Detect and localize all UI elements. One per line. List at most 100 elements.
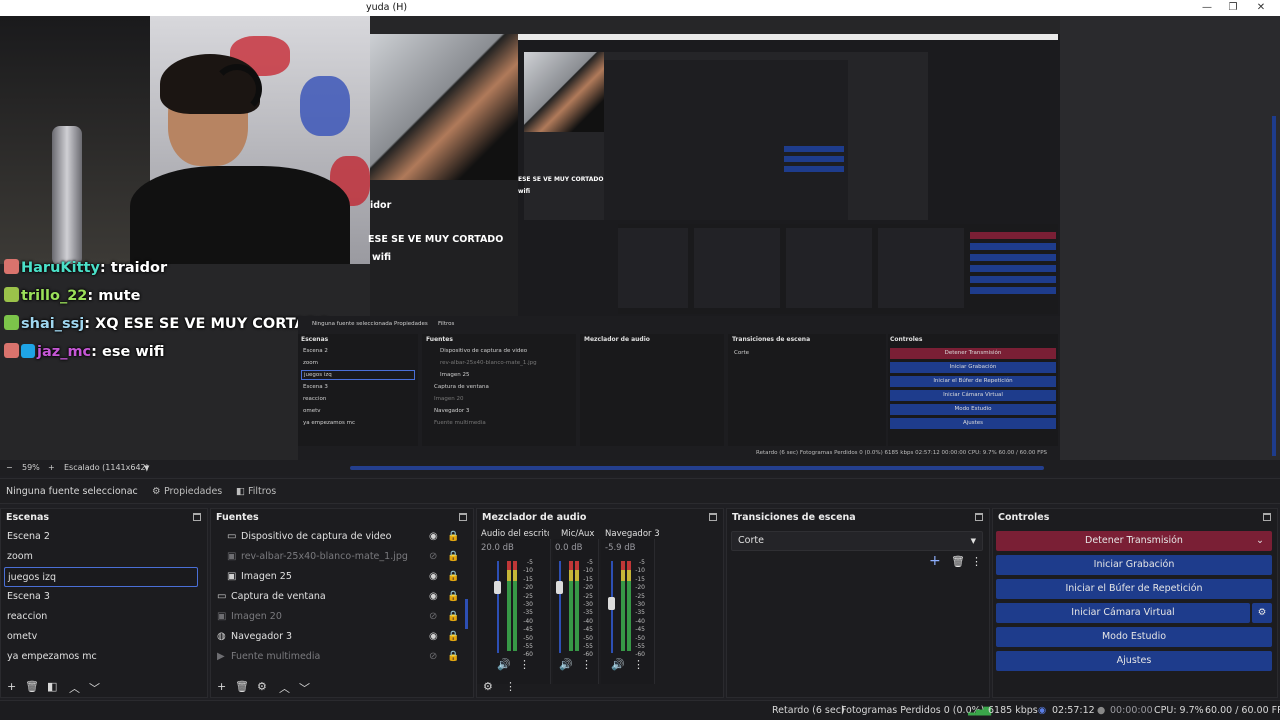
chat-colon: : (87, 288, 99, 304)
eye-icon[interactable]: ◉ (429, 571, 438, 582)
undock-icon[interactable] (1263, 513, 1271, 521)
add-icon[interactable]: + (217, 680, 226, 693)
scene-item[interactable]: zoom (7, 547, 197, 567)
horizontal-scrollbar[interactable] (350, 466, 1044, 470)
scene-item[interactable]: Escena 3 (7, 587, 197, 607)
more-options-icon[interactable]: ⋮ (633, 658, 644, 671)
chat-colon: : (99, 260, 111, 276)
lock-icon[interactable]: 🔒 (447, 611, 459, 622)
source-item[interactable]: Fuente multimedia (231, 647, 320, 667)
volume-slider[interactable] (559, 561, 561, 653)
more-options-icon[interactable]: ⋮ (581, 658, 592, 671)
more-options-icon[interactable]: ⋮ (505, 680, 516, 693)
undock-icon[interactable] (975, 513, 983, 521)
lock-icon[interactable]: 🔒 (447, 651, 459, 662)
speaker-icon[interactable]: 🔊 (559, 658, 573, 671)
volume-knob[interactable] (556, 581, 563, 594)
level-meter (507, 561, 511, 651)
speaker-icon[interactable]: 🔊 (497, 658, 511, 671)
gear-icon[interactable]: ⚙ (483, 680, 493, 693)
undock-icon[interactable] (459, 513, 467, 521)
transition-select[interactable]: Corte ▼ (731, 531, 983, 551)
db-tick: -15 (583, 575, 593, 583)
lock-icon[interactable]: 🔒 (447, 631, 459, 642)
db-tick: -45 (523, 626, 533, 634)
scene-item[interactable]: Escena 2 (7, 527, 197, 547)
chevron-up-icon[interactable]: ︿ (279, 680, 290, 696)
trash-icon[interactable]: 🗑 (235, 680, 249, 693)
properties-button[interactable]: Propiedades (164, 486, 222, 497)
zoom-in-button[interactable]: + (48, 463, 55, 472)
source-item[interactable]: Captura de ventana (231, 587, 326, 607)
virtual-camera-settings-button[interactable]: ⚙ (1252, 603, 1272, 623)
lock-icon[interactable]: 🔒 (447, 551, 459, 562)
gear-icon[interactable]: ⚙ (257, 680, 267, 693)
menu-help[interactable]: yuda (H) (366, 2, 407, 13)
source-item[interactable]: rev-albar-25x40-blanco-mate_1.jpg (241, 547, 408, 567)
source-item[interactable]: Dispositivo de captura de video (241, 527, 391, 547)
chevron-down-icon[interactable]: ﹀ (299, 680, 310, 696)
start-replay-buffer-button[interactable]: Iniciar el Búfer de Repetición (996, 579, 1272, 599)
fps-status: 60.00 / 60.00 FPS (1205, 705, 1280, 716)
eye-hidden-icon[interactable]: ⊘ (429, 611, 437, 622)
scene-item[interactable]: ya empezamos mc (7, 647, 197, 667)
undock-icon[interactable] (193, 513, 201, 521)
scene-item-selected[interactable]: juegos izq (4, 567, 198, 587)
filters-button[interactable]: Filtros (248, 486, 276, 497)
stop-streaming-button[interactable]: Detener Transmisión ⌄ (996, 531, 1272, 551)
db-scale: -5 -10 -15 -20 -25 -30 -35 -40 -45 -50 -55 -60 (519, 559, 533, 660)
lock-icon[interactable]: 🔒 (447, 571, 459, 582)
eye-icon[interactable]: ◉ (429, 631, 438, 642)
source-toolbar: Ninguna fuente seleccionac ⚙ Propiedades… (0, 478, 1280, 504)
mini-properties: Propiedades (394, 321, 428, 327)
stream-time: 02:57:12 (1052, 705, 1095, 716)
add-icon[interactable]: + (929, 553, 941, 569)
nested-docks (618, 224, 1058, 314)
chat-colon: : (84, 316, 96, 332)
speaker-icon[interactable]: 🔊 (611, 658, 625, 671)
more-options-icon[interactable]: ⋮ (971, 555, 982, 568)
chevron-down-icon[interactable]: ▼ (144, 464, 149, 472)
volume-knob[interactable] (494, 581, 501, 594)
more-options-icon[interactable]: ⋮ (519, 658, 530, 671)
undock-icon[interactable] (709, 513, 717, 521)
lock-icon[interactable]: 🔒 (447, 591, 459, 602)
db-tick: -50 (583, 634, 593, 642)
scene-item[interactable]: ometv (7, 627, 197, 647)
gutter-scroll (1272, 116, 1276, 456)
lock-icon[interactable]: 🔒 (447, 531, 459, 542)
add-icon[interactable]: + (7, 680, 16, 693)
chevron-down-icon[interactable]: ⌄ (1256, 531, 1264, 551)
eye-hidden-icon[interactable]: ⊘ (429, 551, 437, 562)
vertical-scrollbar[interactable] (465, 599, 468, 629)
eye-icon[interactable]: ◉ (429, 591, 438, 602)
scenes-title: Escenas (6, 512, 50, 523)
volume-slider[interactable] (497, 561, 499, 653)
scale-mode[interactable]: Escalado (1141x642) (64, 463, 149, 472)
start-recording-button[interactable]: Iniciar Grabación (996, 555, 1272, 575)
source-item[interactable]: Imagen 20 (231, 607, 282, 627)
studio-mode-button[interactable]: Modo Estudio (996, 627, 1272, 647)
db-tick: -45 (635, 626, 645, 634)
eye-icon[interactable]: ◉ (429, 531, 438, 542)
trash-icon[interactable]: 🗑 (951, 555, 965, 568)
source-item[interactable]: Imagen 25 (241, 567, 292, 587)
db-tick: -55 (523, 643, 533, 651)
zoom-out-button[interactable]: − (6, 463, 13, 472)
nested-button (970, 254, 1056, 261)
eye-hidden-icon[interactable]: ⊘ (429, 651, 437, 662)
chevron-down-icon[interactable]: ﹀ (89, 680, 100, 696)
start-virtual-camera-button[interactable]: Iniciar Cámara Virtual (996, 603, 1250, 623)
volume-knob[interactable] (608, 597, 615, 610)
db-tick: -45 (583, 626, 593, 634)
source-item[interactable]: Navegador 3 (231, 627, 292, 647)
chevron-up-icon[interactable]: ︿ (69, 680, 80, 696)
trash-icon[interactable]: 🗑 (25, 680, 39, 693)
duplicate-icon[interactable]: ◧ (47, 680, 57, 693)
settings-button[interactable]: Ajustes (996, 651, 1272, 671)
db-tick: -35 (523, 609, 533, 617)
close-button[interactable]: ✕ (1244, 0, 1278, 16)
nested-chat-line: wifi (372, 252, 392, 263)
scene-item[interactable]: reaccion (7, 607, 197, 627)
badge-icon (4, 287, 19, 302)
